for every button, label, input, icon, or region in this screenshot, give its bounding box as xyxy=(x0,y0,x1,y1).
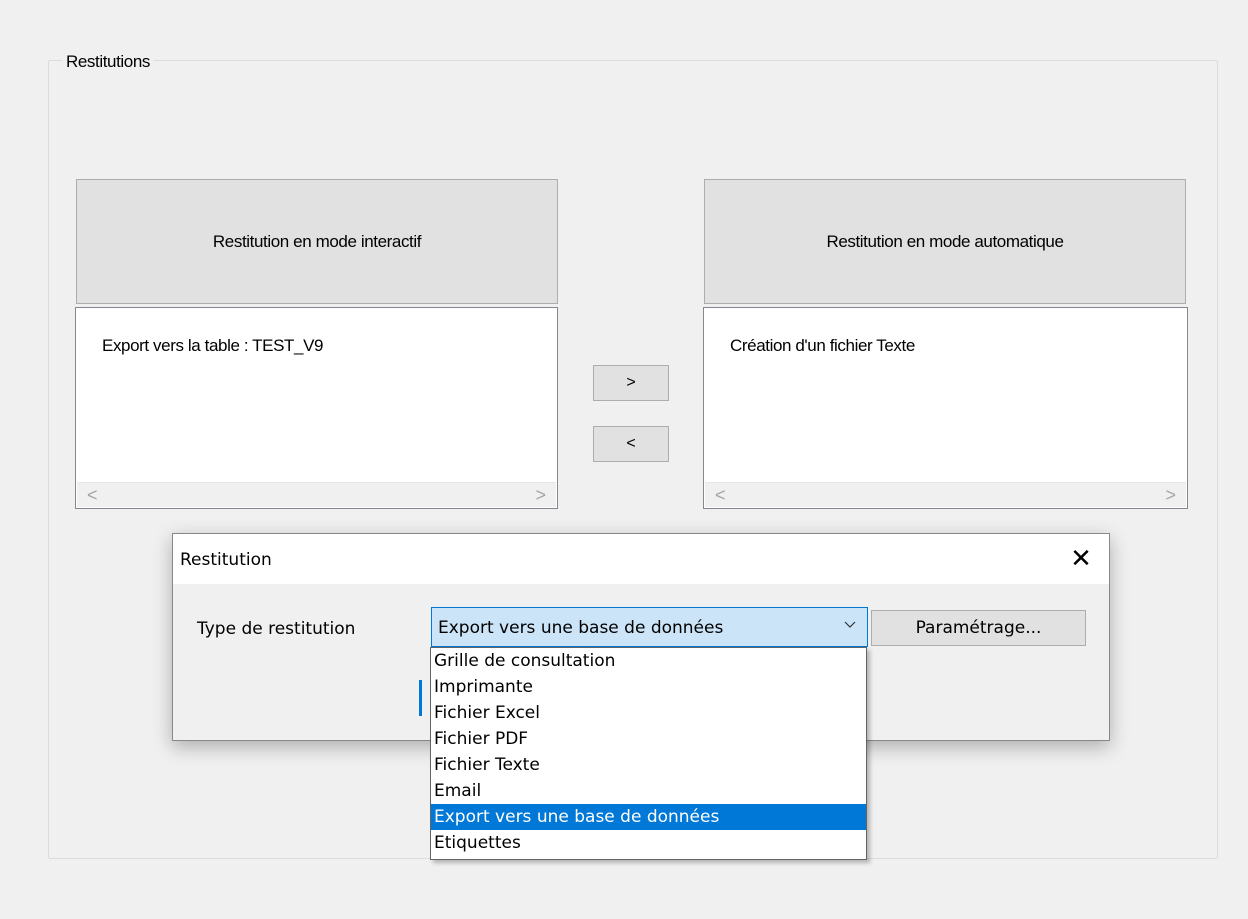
list-item[interactable]: Création d'un fichier Texte xyxy=(730,336,915,356)
automatic-hscrollbar[interactable]: < > xyxy=(705,482,1186,507)
move-right-button[interactable]: > xyxy=(593,365,669,401)
chevron-down-icon[interactable] xyxy=(843,618,857,632)
parametrage-button[interactable]: Paramétrage... xyxy=(871,610,1086,646)
dropdown-option[interactable]: Imprimante xyxy=(431,674,866,700)
combobox-value: Export vers une base de données xyxy=(438,618,724,638)
dropdown-option[interactable]: Email xyxy=(431,778,866,804)
automatic-listbox[interactable]: Création d'un fichier Texte < > xyxy=(703,307,1188,509)
interactive-hscrollbar[interactable]: < > xyxy=(77,482,556,507)
interactive-mode-header: Restitution en mode interactif xyxy=(76,179,558,304)
dropdown-option[interactable]: Grille de consultation xyxy=(431,648,866,674)
type-restitution-combobox[interactable]: Export vers une base de données xyxy=(431,607,868,647)
move-left-button[interactable]: < xyxy=(593,426,669,462)
scroll-right-icon[interactable]: > xyxy=(1165,485,1176,505)
scroll-left-icon[interactable]: < xyxy=(87,485,98,505)
list-item[interactable]: Export vers la table : TEST_V9 xyxy=(102,336,323,356)
close-icon[interactable]: ✕ xyxy=(1053,534,1109,584)
interactive-listbox[interactable]: Export vers la table : TEST_V9 < > xyxy=(75,307,558,509)
groupbox-title: Restitutions xyxy=(62,52,155,72)
dropdown-option[interactable]: Fichier Excel xyxy=(431,700,866,726)
dropdown-option[interactable]: Fichier PDF xyxy=(431,726,866,752)
automatic-mode-header: Restitution en mode automatique xyxy=(704,179,1186,304)
focused-button-edge xyxy=(419,680,423,716)
scroll-left-icon[interactable]: < xyxy=(715,485,726,505)
dialog-title: Restitution xyxy=(180,550,272,570)
type-restitution-dropdown[interactable]: Grille de consultation Imprimante Fichie… xyxy=(430,647,867,860)
dialog-titlebar[interactable]: Restitution ✕ xyxy=(173,534,1109,584)
dropdown-option[interactable]: Export vers une base de données xyxy=(431,804,866,830)
type-restitution-label: Type de restitution xyxy=(197,619,356,639)
scroll-right-icon[interactable]: > xyxy=(535,485,546,505)
dropdown-option[interactable]: Fichier Texte xyxy=(431,752,866,778)
dropdown-option[interactable]: Etiquettes xyxy=(431,830,866,856)
